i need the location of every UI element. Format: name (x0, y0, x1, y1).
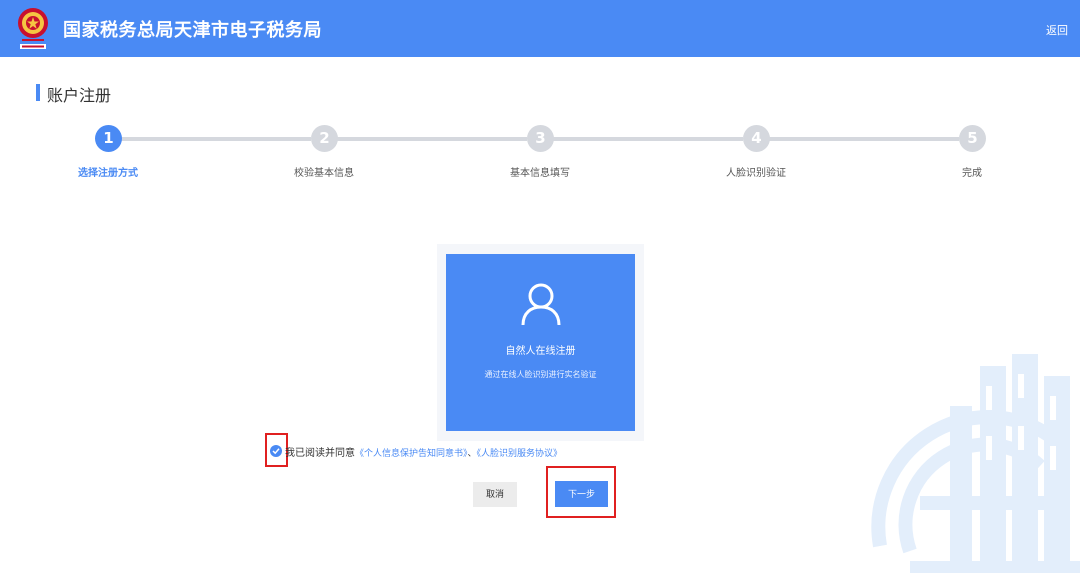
top-header: 国家税务总局天津市电子税务局 返回 (0, 0, 1080, 57)
agreement-separator: 、 (467, 449, 477, 459)
user-icon (521, 283, 561, 326)
checkmark-icon (272, 448, 280, 455)
agreement-checkbox[interactable] (270, 445, 282, 457)
privacy-consent-link[interactable]: 《个人信息保护告知同意书》 (355, 449, 468, 459)
step-4-label: 人脸识别验证 (726, 168, 786, 179)
card-description: 通过在线人脸识别进行实名验证 (484, 370, 597, 379)
step-5-circle: 5 (959, 125, 986, 152)
site-title: 国家税务总局天津市电子税务局 (63, 20, 322, 41)
page-title: 账户注册 (47, 86, 112, 105)
step-4-circle: 4 (743, 125, 770, 152)
building-watermark (871, 354, 1080, 573)
step-1-circle: 1 (95, 125, 122, 152)
step-connector (553, 137, 743, 141)
face-recognition-agreement-link[interactable]: 《人脸识别服务协议》 (477, 449, 563, 459)
cancel-button[interactable]: 取消 (473, 482, 517, 507)
step-1-label: 选择注册方式 (78, 168, 138, 179)
section-title-accent (36, 84, 40, 101)
next-step-button[interactable]: 下一步 (555, 481, 608, 507)
step-5-label: 完成 (962, 168, 982, 179)
step-3-label: 基本信息填写 (510, 168, 570, 179)
agreement-statement: 我已阅读并同意《个人信息保护告知同意书》、《人脸识别服务协议》 (285, 444, 562, 459)
natural-person-register-card[interactable]: 自然人在线注册 通过在线人脸识别进行实名验证 (446, 254, 635, 431)
step-connector (769, 137, 959, 141)
step-connector (121, 137, 311, 141)
page: 国家税务总局天津市电子税务局 返回 账户注册 1 2 3 4 5 选择注册方式 … (0, 0, 1080, 586)
step-2-label: 校验基本信息 (294, 168, 354, 179)
back-link[interactable]: 返回 (1046, 22, 1068, 38)
step-connector (337, 137, 527, 141)
step-2-circle: 2 (311, 125, 338, 152)
tax-emblem-logo (18, 8, 48, 49)
step-3-circle: 3 (527, 125, 554, 152)
card-title: 自然人在线注册 (505, 346, 576, 357)
agreement-text: 我已阅读并同意 (285, 448, 355, 459)
